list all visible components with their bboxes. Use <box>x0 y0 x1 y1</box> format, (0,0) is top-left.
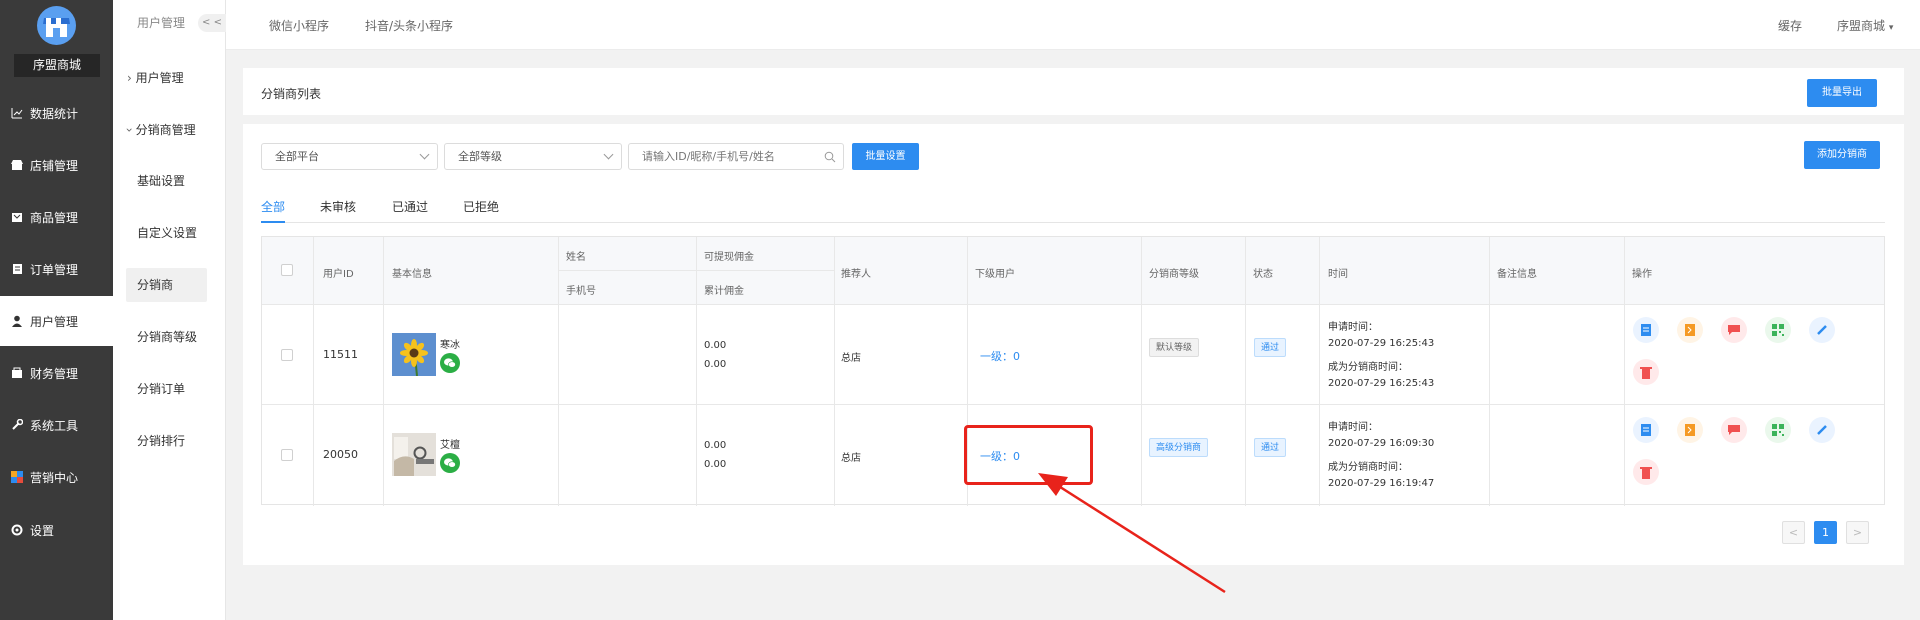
annotation-arrow <box>1038 473 1226 594</box>
